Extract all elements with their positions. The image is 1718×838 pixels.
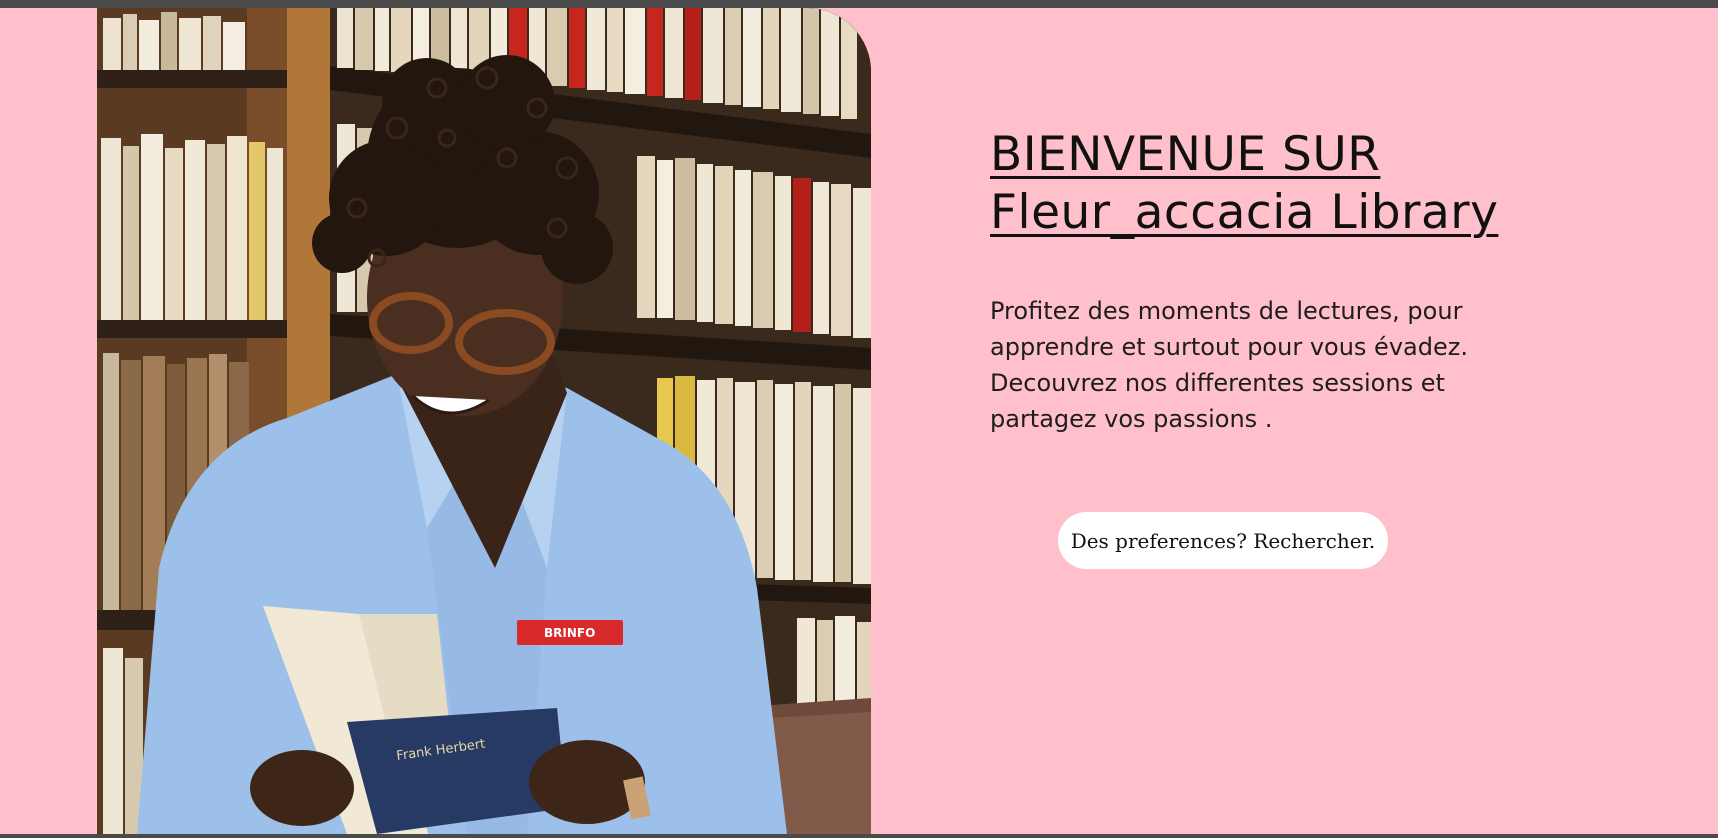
- description-line: Decouvrez nos differentes sessions et: [990, 369, 1445, 397]
- welcome-title-line2: Fleur_accacia Library: [990, 185, 1499, 240]
- page-background: BRINFO Frank Herbert BIENVENUE SUR Fleur…: [0, 8, 1718, 834]
- description-line: partagez vos passions .: [990, 405, 1273, 433]
- welcome-title-line1: BIENVENUE SUR: [990, 127, 1381, 182]
- welcome-title: BIENVENUE SUR Fleur_accacia Library: [990, 126, 1630, 242]
- shirt-badge-text: BRINFO: [544, 626, 595, 640]
- welcome-description: Profitez des moments de lectures, pour a…: [990, 293, 1510, 437]
- description-line: Profitez des moments de lectures, pour: [990, 297, 1463, 325]
- description-line: apprendre et surtout pour vous évadez.: [990, 333, 1468, 361]
- window-bottom-edge: [0, 834, 1718, 838]
- search-preferences-button[interactable]: Des preferences? Rechercher.: [1058, 512, 1388, 569]
- hero-photo: BRINFO Frank Herbert: [97, 8, 871, 834]
